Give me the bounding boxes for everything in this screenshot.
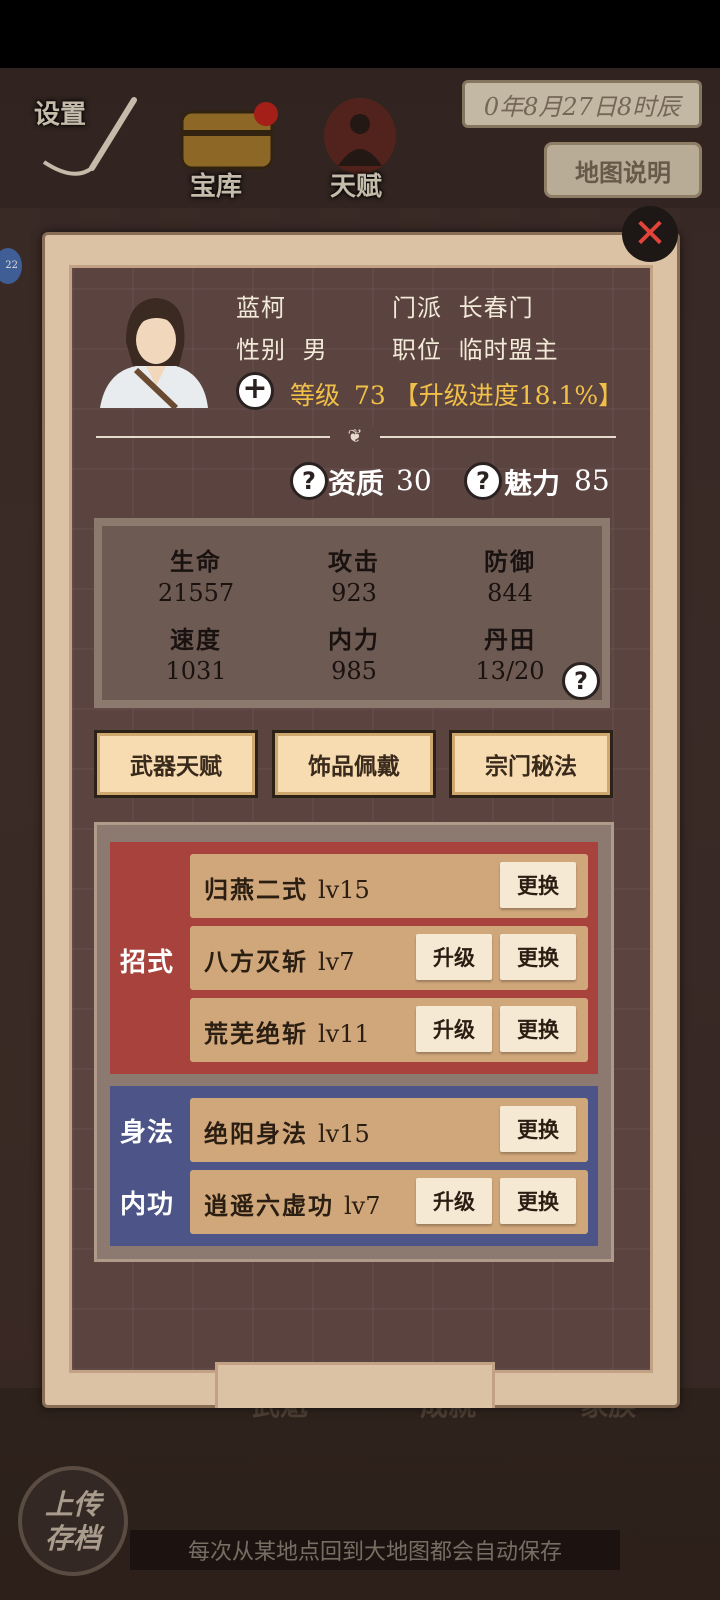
replace-button[interactable]: 更换 — [500, 934, 576, 980]
add-level-button[interactable]: + — [236, 372, 274, 410]
inner-group-label: 内功 — [120, 1190, 175, 1220]
position-label: 职位 — [392, 336, 442, 364]
position-value: 临时盟主 — [458, 336, 559, 364]
stat-inner-power: 内力 985 — [274, 620, 434, 685]
skill-level: lv7 — [344, 1192, 381, 1220]
stat-value: 1031 — [165, 657, 227, 685]
replace-button[interactable]: 更换 — [500, 1178, 576, 1224]
gender-label: 性别 — [236, 336, 286, 364]
skill-title: 归燕二式 — [204, 875, 308, 904]
character-avatar — [100, 298, 208, 408]
level-label: 等级 — [290, 381, 341, 410]
skill-title: 逍遥六虚功 — [204, 1191, 334, 1220]
skill-row: 八方灭斩 lv7 升级 更换 — [190, 926, 588, 990]
moves-group-label: 招式 — [120, 948, 175, 978]
tab-weapon-talent[interactable]: 武器天赋 — [94, 730, 258, 798]
stat-defense: 防御 844 — [430, 542, 590, 607]
skill-title: 荒芜绝斩 — [204, 1019, 308, 1048]
replace-button[interactable]: 更换 — [500, 1006, 576, 1052]
stat-label: 内力 — [328, 625, 380, 654]
skill-row: 荒芜绝斩 lv11 升级 更换 — [190, 998, 588, 1062]
skill-level: lv7 — [318, 948, 355, 976]
skill-level: lv15 — [318, 1120, 370, 1148]
skill-row: 归燕二式 lv15 更换 — [190, 854, 588, 918]
close-icon: ✕ — [633, 211, 667, 257]
stat-label: 防御 — [484, 547, 536, 576]
level-row: 等级 73 【升级进度18.1%】 — [290, 376, 623, 412]
close-button[interactable]: ✕ — [622, 206, 678, 262]
stat-speed: 速度 1031 — [116, 620, 276, 685]
skill-name: 绝阳身法 lv15 — [204, 1114, 370, 1149]
stat-label: 攻击 — [328, 547, 380, 576]
skill-row: 绝阳身法 lv15 更换 — [190, 1098, 588, 1162]
aptitude-label: 资质 — [328, 467, 385, 500]
level-progress: 【升级进度18.1%】 — [393, 381, 624, 410]
movement-group-label: 身法 — [120, 1118, 175, 1148]
stat-hp: 生命 21557 — [116, 542, 276, 607]
charm-value: 85 — [574, 464, 610, 497]
upgrade-button[interactable]: 升级 — [416, 1178, 492, 1224]
skill-name: 归燕二式 lv15 — [204, 870, 370, 905]
stat-value: 21557 — [157, 579, 235, 607]
character-name: 蓝柯 — [236, 294, 286, 322]
skill-row: 逍遥六虚功 lv7 升级 更换 — [190, 1170, 588, 1234]
stat-value: 844 — [487, 579, 533, 607]
replace-button[interactable]: 更换 — [500, 862, 576, 908]
skill-name: 逍遥六虚功 lv7 — [204, 1186, 381, 1221]
charm-help-icon[interactable]: ? — [464, 462, 502, 500]
gender-row: 性别 男 — [236, 330, 328, 365]
stat-label: 丹田 — [484, 625, 536, 654]
gender-value: 男 — [302, 336, 328, 364]
position-row: 职位 临时盟主 — [392, 330, 559, 365]
dantian-help-icon[interactable]: ? — [562, 662, 600, 700]
tab-sect-secret[interactable]: 宗门秘法 — [449, 730, 613, 798]
upgrade-button[interactable]: 升级 — [416, 1006, 492, 1052]
skill-title: 八方灭斩 — [204, 947, 308, 976]
divider-ornament: ❦ — [330, 426, 380, 448]
skill-level: lv11 — [318, 1020, 370, 1048]
sect-label: 门派 — [392, 294, 442, 322]
panel-bottom-notch — [215, 1362, 495, 1408]
sect-row: 门派 长春门 — [392, 288, 534, 323]
aptitude-value: 30 — [396, 464, 432, 497]
stat-attack: 攻击 923 — [274, 542, 434, 607]
sect-value: 长春门 — [458, 294, 534, 322]
stat-label: 速度 — [170, 625, 222, 654]
replace-button[interactable]: 更换 — [500, 1106, 576, 1152]
tab-accessory[interactable]: 饰品佩戴 — [272, 730, 436, 798]
skill-name: 八方灭斩 lv7 — [204, 942, 355, 977]
skill-name: 荒芜绝斩 lv11 — [204, 1014, 370, 1049]
stat-value: 923 — [331, 579, 377, 607]
aptitude-help-icon[interactable]: ? — [290, 462, 328, 500]
upgrade-button[interactable]: 升级 — [416, 934, 492, 980]
skill-level: lv15 — [318, 876, 370, 904]
level-value: 73 — [353, 381, 386, 410]
stat-label: 生命 — [170, 547, 222, 576]
stat-value: 985 — [331, 657, 377, 685]
skill-title: 绝阳身法 — [204, 1119, 308, 1148]
charm-label: 魅力 — [504, 467, 561, 500]
